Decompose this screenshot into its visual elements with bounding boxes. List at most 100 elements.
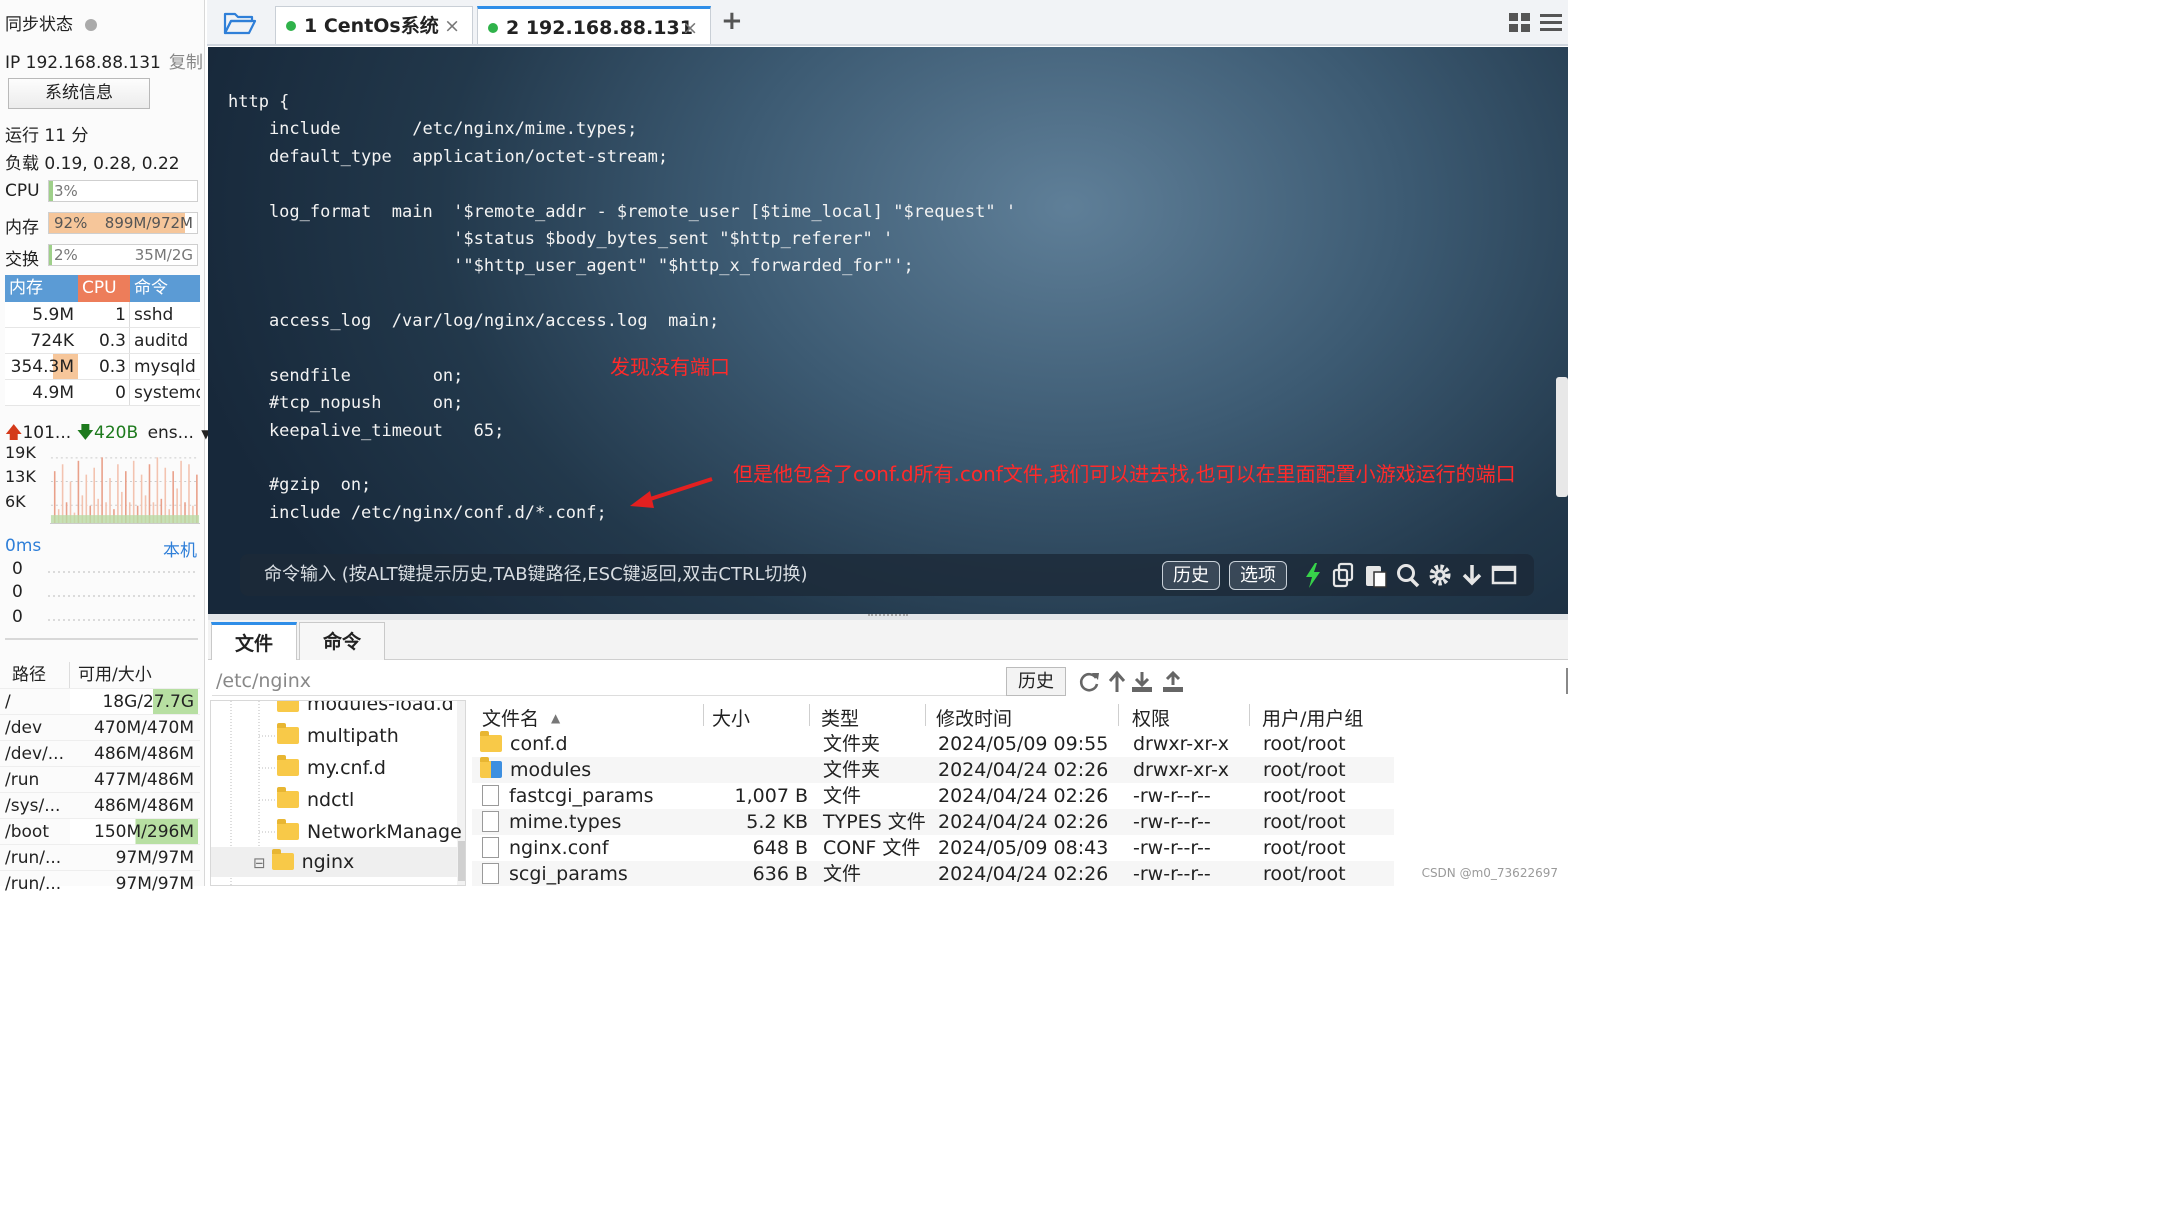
menu-icon[interactable] (1539, 12, 1563, 34)
paste-icon[interactable] (1363, 561, 1389, 589)
disk-row[interactable]: /run 477M/486M (0, 766, 200, 792)
tab-centos[interactable]: 1 CentOs系统 × (275, 6, 473, 44)
terminal-line: '$status $body_bytes_sent "$http_referer… (228, 228, 894, 249)
column-header-type[interactable]: 类型 (821, 704, 859, 731)
collapse-toggle-icon[interactable]: ⊟ (253, 854, 266, 872)
process-cmd: mysqld (134, 357, 196, 377)
gear-icon[interactable] (1427, 561, 1453, 589)
copy-icon[interactable] (1331, 561, 1357, 589)
process-cpu: 0 (78, 380, 130, 405)
file-row[interactable]: nginx.conf 648 B CONF 文件 2024/05/09 08:43 -r… (472, 835, 1394, 861)
process-row[interactable]: 354.3M 0.3 mysqld (5, 354, 200, 380)
column-header-permissions[interactable]: 权限 (1132, 704, 1170, 731)
system-info-button[interactable]: 系统信息 (8, 78, 150, 109)
disk-table: 路径 可用/大小 / 18G/27.7G/dev 470M/470M/dev/...… (0, 662, 200, 896)
column-header-size[interactable]: 大小 (712, 704, 750, 731)
net-activity-bar (188, 464, 190, 523)
column-header-modified[interactable]: 修改时间 (936, 704, 1012, 731)
tree-node-label: ndctl (307, 789, 355, 811)
disk-size: 486M/486M (94, 796, 194, 816)
process-row[interactable]: 5.9M 1 sshd (5, 302, 200, 328)
download-arrow-icon[interactable] (1459, 561, 1485, 589)
disk-header-path[interactable]: 路径 (0, 662, 70, 688)
open-folder-icon[interactable] (223, 10, 257, 36)
file-row[interactable]: scgi_params 636 B 文件 2024/04/24 02:26 -rw-r-… (472, 861, 1394, 886)
disk-row[interactable]: /run/... 97M/97M (0, 870, 200, 896)
disk-row[interactable]: /run/... 97M/97M (0, 844, 200, 870)
history-button[interactable]: 历史 (1162, 561, 1220, 590)
splitter-grip[interactable] (868, 614, 908, 616)
file-icon (482, 837, 499, 858)
tree-node[interactable]: multipath (277, 721, 399, 751)
process-header-mem[interactable]: 内存 (5, 275, 78, 302)
ping-latency: 0ms (5, 536, 42, 556)
disk-size: 150M/296M (70, 819, 198, 844)
tree-node[interactable]: ndctl (277, 785, 354, 815)
column-header-owner[interactable]: 用户/用户组 (1262, 704, 1363, 731)
tree-node[interactable]: my.cnf.d (277, 753, 386, 783)
file-list[interactable]: 文件名 ▲ 大小 类型 修改时间 权限 用户/用户组 conf.d 文件夹 2024/… (472, 700, 1568, 886)
lightning-icon[interactable] (1300, 561, 1326, 589)
tab-commands[interactable]: 命令 (299, 622, 385, 660)
search-icon[interactable] (1395, 561, 1421, 589)
command-input-bar[interactable]: 命令输入 (按ALT键提示历史,TAB键路径,ESC键返回,双击CTRL切换) … (240, 554, 1534, 596)
disk-row[interactable]: / 18G/27.7G (0, 688, 200, 714)
column-separator[interactable] (809, 704, 810, 726)
path-input[interactable] (212, 666, 1006, 696)
load-average: 负载 0.19, 0.28, 0.22 (5, 154, 180, 174)
process-header-cmd[interactable]: 命令 (130, 275, 200, 302)
copy-ip-link[interactable]: 复制 (169, 53, 203, 73)
file-icon (482, 863, 499, 884)
close-tab-icon[interactable]: × (444, 7, 460, 45)
annotation-no-port: 发现没有端口 (610, 355, 730, 379)
net-activity-bar (164, 467, 167, 523)
process-row[interactable]: 4.9M 0 systemd (5, 380, 200, 406)
disk-row[interactable]: /sys/... 486M/486M (0, 792, 200, 818)
column-separator[interactable] (703, 704, 704, 726)
file-row[interactable]: fastcgi_params 1,007 B 文件 2024/04/24 02:26 -… (472, 783, 1394, 809)
column-separator[interactable] (1118, 704, 1119, 726)
disk-row[interactable]: /dev 470M/470M (0, 714, 200, 740)
file-row[interactable]: mime.types 5.2 KB TYPES 文件 2024/04/24 02:26… (472, 809, 1394, 835)
file-row[interactable]: conf.d 文件夹 2024/05/09 09:55 drwxr-xr-x root/… (472, 731, 1394, 757)
close-tab-icon[interactable]: × (682, 9, 698, 47)
disk-path: /sys/... (5, 796, 61, 816)
upload-icon[interactable] (1161, 670, 1185, 694)
disk-row[interactable]: /boot 150M/296M (0, 818, 200, 844)
swap-label: 交换 (5, 250, 39, 270)
directory-tree[interactable]: modules-load.d multipath my.cnf.d ndctl … (210, 700, 466, 886)
sidebar: 同步状态 IP 192.168.88.131 复制 系统信息 运行 11 分 负载… (0, 0, 211, 894)
network-up: 101... (22, 423, 72, 443)
process-row[interactable]: 724K 0.3 auditd (5, 328, 200, 354)
file-size: 1,007 B (734, 785, 808, 807)
terminal-scrollbar[interactable] (1556, 377, 1568, 497)
command-input-placeholder[interactable]: 命令输入 (按ALT键提示历史,TAB键路径,ESC键返回,双击CTRL切换) (264, 554, 808, 596)
disk-row[interactable]: /dev/... 486M/486M (0, 740, 200, 766)
tree-node-selected[interactable]: ⊟ nginx (253, 847, 354, 877)
add-tab-button[interactable]: + (721, 6, 743, 36)
tree-node[interactable]: modules-load.d (277, 701, 454, 719)
terminal-line: log_format main '$remote_addr - $remote_… (228, 201, 1017, 222)
fullscreen-icon[interactable] (1491, 561, 1517, 589)
column-separator[interactable] (925, 704, 926, 726)
connected-dot-icon (286, 21, 296, 31)
process-header-cpu[interactable]: CPU (78, 275, 130, 302)
file-name: scgi_params (509, 863, 628, 885)
memory-meter: 92% 899M/972M (48, 212, 198, 234)
terminal[interactable]: http { include /etc/nginx/mime.types; de… (208, 47, 1568, 614)
tab-files[interactable]: 文件 (211, 622, 297, 660)
tab-192-168-88-131[interactable]: 2 192.168.88.131 × (477, 6, 711, 44)
file-row[interactable]: modules 文件夹 2024/04/24 02:26 drwxr-xr-x root… (472, 757, 1394, 783)
ping-target[interactable]: 本机 (163, 536, 197, 561)
parent-directory-icon[interactable] (1105, 670, 1129, 694)
disk-header-size[interactable]: 可用/大小 (70, 662, 152, 688)
tree-node[interactable]: NetworkManage (277, 817, 462, 847)
layout-grid-icon[interactable] (1508, 12, 1532, 34)
path-history-button[interactable]: 历史 (1006, 667, 1066, 696)
refresh-icon[interactable] (1077, 670, 1101, 694)
download-icon[interactable] (1130, 670, 1154, 694)
column-header-name[interactable]: 文件名 ▲ (482, 704, 560, 731)
column-separator[interactable] (1249, 704, 1250, 726)
options-button[interactable]: 选项 (1229, 561, 1287, 590)
upload-arrow-icon: 🡅 (5, 423, 23, 443)
